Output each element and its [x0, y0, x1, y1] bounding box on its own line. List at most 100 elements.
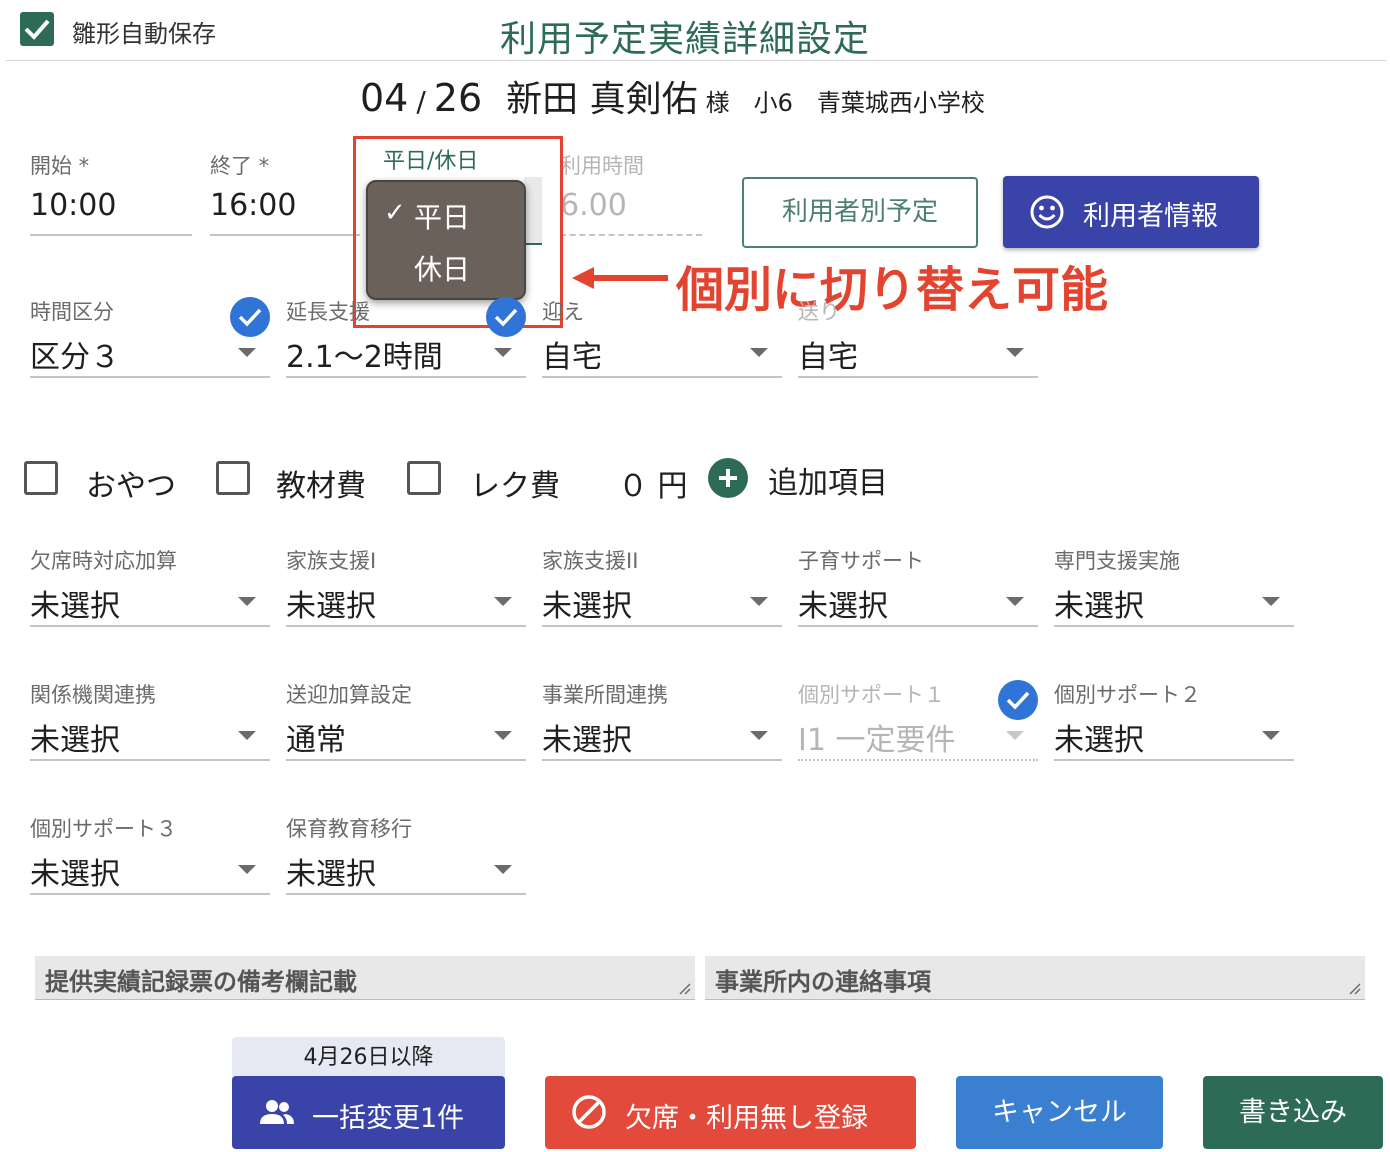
user-info-label: 利用者情報 [1083, 201, 1218, 232]
family-support-1-underline [286, 625, 526, 627]
add-item-label[interactable]: 追加項目 [768, 458, 888, 502]
bulk-change-button[interactable]: 一括変更1件 [232, 1076, 505, 1149]
chevron-down-icon [1006, 348, 1024, 357]
time-category-underline [30, 376, 270, 378]
individual-support-2-value: 未選択 [1054, 723, 1144, 758]
dialog-title: 利用予定実績詳細設定 [500, 19, 871, 60]
pickup-label: 迎え [542, 300, 584, 324]
agency-coordination-label: 関係機関連携 [30, 683, 156, 707]
user-name: 新田 真剣佑 [506, 79, 698, 120]
extension-support-value: 2.1〜2時間 [286, 340, 443, 375]
record-remarks-placeholder: 提供実績記録票の備考欄記載 [45, 968, 357, 996]
inter-office-underline [542, 759, 782, 761]
absence-addon-label: 欠席時対応加算 [30, 549, 177, 573]
family-support-1-select[interactable]: 家族支援I 未選択 [286, 545, 526, 641]
dropoff-label: 送り [798, 300, 840, 324]
absence-addon-select[interactable]: 欠席時対応加算 未選択 [30, 545, 270, 641]
absence-register-button[interactable]: 欠席・利用無し登録 [545, 1076, 916, 1149]
dropoff-select[interactable]: 送り 自宅 [798, 296, 1038, 392]
absence-addon-underline [30, 625, 270, 627]
honorific: 様 [705, 89, 730, 117]
chevron-down-icon [494, 731, 512, 740]
time-category-label: 時間区分 [30, 300, 114, 324]
chevron-down-icon [750, 731, 768, 740]
education-transition-label: 保育教育移行 [286, 817, 412, 841]
chevron-down-icon [750, 597, 768, 606]
material-fee-checkbox[interactable] [216, 461, 250, 495]
pickup-select[interactable]: 迎え 自宅 [542, 296, 782, 392]
resize-grip-icon[interactable] [679, 983, 691, 995]
chevron-down-icon [494, 348, 512, 357]
resize-grip-icon[interactable] [1349, 983, 1361, 995]
pickup-underline [542, 376, 782, 378]
individual-support-2-label: 個別サポート２ [1054, 683, 1201, 707]
office-contact-textarea[interactable]: 事業所内の連絡事項 [705, 956, 1365, 1000]
individual-support-3-select[interactable]: 個別サポート３ 未選択 [30, 813, 270, 909]
start-time-value[interactable]: 10:00 [30, 188, 116, 223]
chevron-down-icon [238, 597, 256, 606]
auto-save-checkbox[interactable] [20, 12, 54, 46]
user-schedule-button[interactable]: 利用者別予定 [742, 177, 978, 248]
family-support-2-label: 家族支援II [542, 549, 639, 573]
chevron-down-icon [238, 865, 256, 874]
record-date-separator: / [416, 85, 426, 118]
transport-addon-underline [286, 759, 526, 761]
childcare-support-value: 未選択 [798, 589, 888, 624]
absence-addon-value: 未選択 [30, 589, 120, 624]
smiley-icon [1030, 195, 1064, 229]
time-category-value: 区分３ [30, 340, 120, 375]
recreation-fee-checkbox[interactable] [407, 461, 441, 495]
education-transition-value: 未選択 [286, 857, 376, 892]
education-transition-underline [286, 893, 526, 895]
record-month: 04 [360, 76, 409, 120]
check-badge-icon [998, 680, 1038, 720]
office-contact-placeholder: 事業所内の連絡事項 [715, 968, 931, 996]
transport-addon-label: 送迎加算設定 [286, 683, 412, 707]
check-icon [24, 19, 50, 40]
cancel-button[interactable]: キャンセル [956, 1076, 1163, 1149]
transport-addon-value: 通常 [286, 723, 346, 758]
childcare-support-select[interactable]: 子育サポート 未選択 [798, 545, 1038, 641]
chevron-down-icon [1262, 731, 1280, 740]
bulk-change-label: 一括変更1件 [312, 1103, 465, 1134]
add-item-icon[interactable] [708, 458, 748, 498]
user-grade: 小6 [753, 89, 793, 117]
people-icon [260, 1100, 294, 1124]
usage-time-value: 6.00 [560, 188, 627, 223]
chevron-down-icon [238, 731, 256, 740]
snack-checkbox[interactable] [24, 461, 58, 495]
absence-register-label: 欠席・利用無し登録 [625, 1103, 868, 1134]
annotation-arrow-icon [572, 267, 668, 289]
recreation-fee-label: レク費 [470, 469, 560, 504]
education-transition-select[interactable]: 保育教育移行 未選択 [286, 813, 526, 909]
individual-support-3-underline [30, 893, 270, 895]
end-time-value[interactable]: 16:00 [210, 188, 296, 223]
write-button[interactable]: 書き込み [1203, 1076, 1383, 1149]
auto-save-label: 雛形自動保存 [72, 20, 216, 48]
start-time-field[interactable]: 開始 * 10:00 [30, 150, 192, 250]
start-time-label: 開始 * [30, 154, 90, 178]
inter-office-select[interactable]: 事業所間連携 未選択 [542, 679, 782, 775]
end-time-field[interactable]: 終了 * 16:00 [210, 150, 360, 250]
specialist-support-select[interactable]: 専門支援実施 未選択 [1054, 545, 1294, 641]
agency-coordination-select[interactable]: 関係機関連携 未選択 [30, 679, 270, 775]
check-badge-icon [486, 297, 526, 337]
record-day: 26 [433, 76, 483, 120]
childcare-support-underline [798, 625, 1038, 627]
childcare-support-label: 子育サポート [798, 549, 924, 573]
record-remarks-textarea[interactable]: 提供実績記録票の備考欄記載 [35, 956, 695, 1000]
prohibited-icon [572, 1095, 606, 1129]
user-school: 青葉城西小学校 [816, 89, 985, 117]
record-heading: 04/26 新田 真剣佑様小6 青葉城西小学校 [360, 70, 985, 120]
user-info-button[interactable]: 利用者情報 [1003, 176, 1259, 248]
family-support-2-underline [542, 625, 782, 627]
individual-support-1-label: 個別サポート１ [798, 683, 945, 707]
family-support-2-select[interactable]: 家族支援II 未選択 [542, 545, 782, 641]
chevron-down-icon [1262, 597, 1280, 606]
individual-support-2-select[interactable]: 個別サポート２ 未選択 [1054, 679, 1294, 775]
chevron-down-icon [750, 348, 768, 357]
transport-addon-select[interactable]: 送迎加算設定 通常 [286, 679, 526, 775]
chevron-down-icon [238, 348, 256, 357]
check-badge-icon [230, 297, 270, 337]
individual-support-3-value: 未選択 [30, 857, 120, 892]
